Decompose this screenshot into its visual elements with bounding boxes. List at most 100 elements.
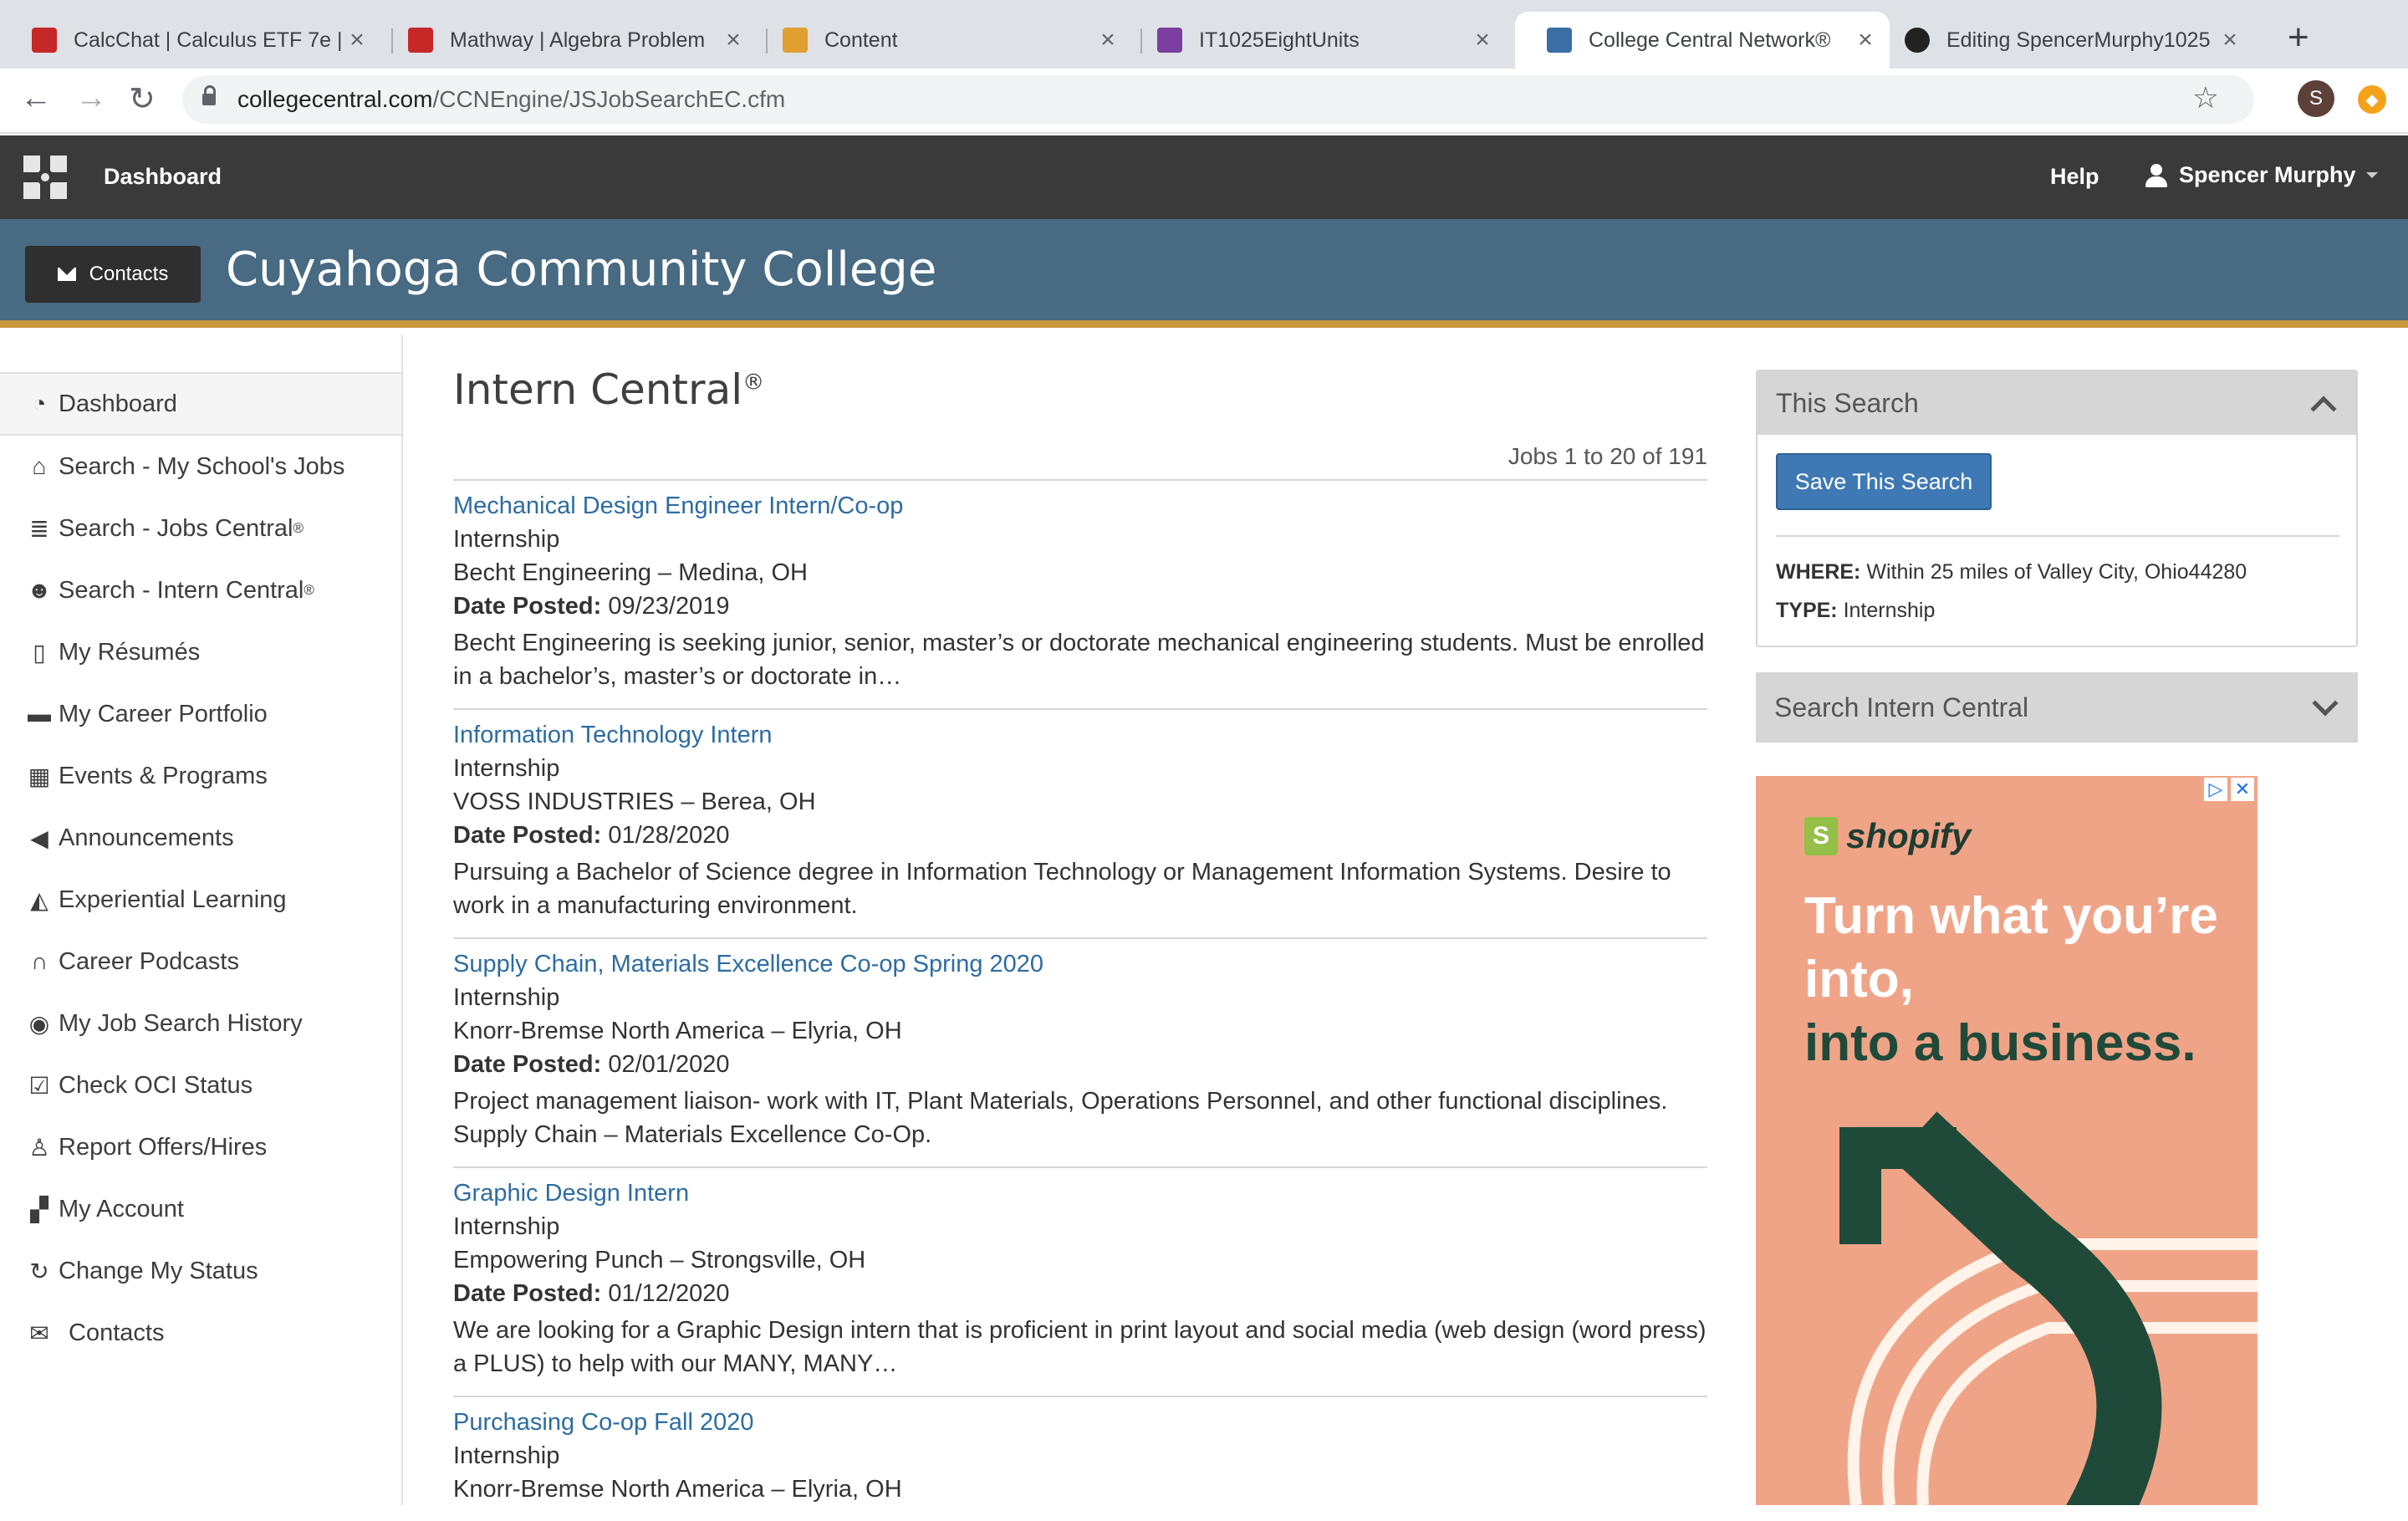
close-icon[interactable]: × <box>1472 26 1493 54</box>
sidebar-item-report-offers[interactable]: ♙ Report Offers/Hires <box>0 1116 401 1178</box>
contacts-button[interactable]: Contacts <box>25 246 201 303</box>
close-icon[interactable]: × <box>722 26 744 54</box>
lock-icon <box>202 85 216 105</box>
job-date: Date Posted: 09/23/2019 <box>453 593 730 620</box>
nav-dashboard-link[interactable]: Dashboard <box>104 164 222 190</box>
job-listing: Purchasing Co-op Fall 2020 Internship Kn… <box>453 1397 1707 1521</box>
job-type: Internship <box>453 1213 560 1240</box>
sidebar-item-events-programs[interactable]: ▦ Events & Programs <box>0 745 401 807</box>
sidebar-item-my-schools-jobs[interactable]: ⌂ Search - My School's Jobs <box>0 436 401 498</box>
extension-icon[interactable]: ◆ <box>2358 85 2386 114</box>
profile-avatar[interactable]: S <box>2298 80 2334 117</box>
this-search-header[interactable]: This Search <box>1758 371 2356 435</box>
envelope-icon <box>57 268 76 281</box>
main-content: Intern Central® Jobs 1 to 20 of 191 Mech… <box>453 335 1707 1521</box>
sidebar-item-career-podcasts[interactable]: ∩ Career Podcasts <box>0 931 401 993</box>
close-icon[interactable]: × <box>346 26 368 54</box>
browser-tab[interactable]: Mathway | Algebra Problem × <box>376 12 758 69</box>
new-tab-icon[interactable]: + <box>2288 17 2309 59</box>
sidebar-item-jobs-central[interactable]: ≣ Search - Jobs Central ® <box>0 498 401 559</box>
browser-tab[interactable]: IT1025EightUnits × <box>1125 12 1507 69</box>
sidebar-item-contacts[interactable]: ✉ Contacts <box>0 1302 401 1364</box>
check-square-icon: ☑ <box>28 1072 50 1099</box>
user-menu[interactable]: Spencer Murphy <box>2145 162 2378 188</box>
back-arrow-icon[interactable]: ← <box>20 80 52 116</box>
ad-arrow-graphic <box>1839 1111 2258 1505</box>
graduation-cap-icon: ◭ <box>30 886 48 913</box>
job-title-link[interactable]: Purchasing Co-op Fall 2020 <box>453 1406 1707 1439</box>
job-title-link[interactable]: Information Technology Intern <box>453 718 1707 752</box>
job-description: We are looking for a Graphic Design inte… <box>453 1317 1707 1377</box>
sidebar-item-experiential-learning[interactable]: ◭ Experiential Learning <box>0 869 401 931</box>
browser-tab[interactable]: CalcChat | Calculus ETF 7e | × <box>0 12 381 69</box>
browser-tabstrip: CalcChat | Calculus ETF 7e | × Mathway |… <box>0 0 2408 69</box>
eye-icon: ◉ <box>28 1010 50 1037</box>
college-name: Cuyahoga Community College <box>226 242 937 297</box>
job-description: Pursuing a Bachelor of Science degree in… <box>453 859 1671 919</box>
github-favicon-icon <box>1905 28 1930 53</box>
page-title: Intern Central® <box>453 365 765 414</box>
results-count: Jobs 1 to 20 of 191 <box>453 432 1707 481</box>
sidebar-item-career-portfolio[interactable]: ▬ My Career Portfolio <box>0 683 401 745</box>
college-banner: Contacts Cuyahoga Community College <box>0 219 2408 328</box>
this-search-panel: This Search Save This Search WHERE: With… <box>1756 370 2358 647</box>
caret-down-icon <box>2365 172 2378 178</box>
nav-help-link[interactable]: Help <box>2050 164 2099 190</box>
job-company: Knorr-Bremse North America – Elyria, OH <box>453 1018 902 1044</box>
shopify-ad[interactable]: ▷ ✕ S shopify Turn what you’re into, int… <box>1756 776 2258 1505</box>
refresh-icon: ↻ <box>29 1258 49 1284</box>
job-type: Internship <box>453 1442 560 1469</box>
job-date: Date Posted: 01/28/2020 <box>453 822 730 849</box>
mathway-favicon-icon <box>408 28 433 53</box>
sidebar: ◔ Dashboard ⌂ Search - My School's Jobs ≣ S… <box>0 335 403 1505</box>
job-listing: Supply Chain, Materials Excellence Co-op… <box>453 939 1707 1168</box>
job-title-link[interactable]: Mechanical Design Engineer Intern/Co-op <box>453 489 1707 523</box>
job-company: Becht Engineering – Medina, OH <box>453 559 808 586</box>
job-listing: Graphic Design Intern Internship Empower… <box>453 1168 1707 1397</box>
sidebar-item-change-status[interactable]: ↻ Change My Status <box>0 1240 401 1302</box>
document-icon: ▯ <box>33 639 46 666</box>
sidebar-item-announcements[interactable]: ◀ Announcements <box>0 807 401 869</box>
job-title-link[interactable]: Supply Chain, Materials Excellence Co-op… <box>453 947 1707 981</box>
search-intern-central-header[interactable]: Search Intern Central <box>1756 672 2358 743</box>
onenote-favicon-icon <box>1157 28 1182 53</box>
save-search-button[interactable]: Save This Search <box>1776 453 1992 510</box>
headphones-icon: ∩ <box>30 948 48 974</box>
search-criteria-type: TYPE: Internship <box>1776 599 1936 622</box>
close-icon[interactable]: × <box>2219 26 2241 54</box>
sidebar-item-dashboard[interactable]: ◔ Dashboard <box>0 374 401 436</box>
job-type: Internship <box>453 755 560 782</box>
stack-icon: ≣ <box>29 515 49 542</box>
ccn-logo-icon[interactable] <box>23 156 67 199</box>
bullhorn-icon: ◀ <box>30 824 48 851</box>
browser-tab-active[interactable]: College Central Network® × <box>1515 12 1890 69</box>
briefcase-icon: ▬ <box>28 701 51 727</box>
sidebar-item-job-search-history[interactable]: ◉ My Job Search History <box>0 993 401 1054</box>
sidebar-item-check-oci-status[interactable]: ☑ Check OCI Status <box>0 1054 401 1116</box>
calcchat-favicon-icon <box>32 28 57 53</box>
bookmark-star-icon[interactable]: ☆ <box>2192 80 2219 115</box>
job-type: Internship <box>453 526 560 553</box>
browser-tab[interactable]: Editing SpencerMurphy1025 × <box>1873 12 2254 69</box>
search-intern-central-panel[interactable]: Search Intern Central <box>1756 672 2358 743</box>
reload-icon[interactable]: ↻ <box>129 80 156 118</box>
forward-arrow-icon[interactable]: → <box>75 80 107 116</box>
chevron-up-icon[interactable] <box>2310 396 2337 422</box>
institution-icon: ⌂ <box>32 453 47 479</box>
close-icon[interactable]: × <box>1097 26 1119 54</box>
site-topnav: Dashboard Help Spencer Murphy <box>0 135 2408 219</box>
sidebar-item-my-resumes[interactable]: ▯ My Résumés <box>0 621 401 683</box>
browser-tab[interactable]: Content × <box>751 12 1132 69</box>
job-listing: Information Technology Intern Internship… <box>453 710 1707 939</box>
job-company: VOSS INDUSTRIES – Berea, OH <box>453 789 816 815</box>
envelope-icon: ✉ <box>29 1319 49 1346</box>
job-company: Knorr-Bremse North America – Elyria, OH <box>453 1476 902 1503</box>
thumbs-up-icon: ♙ <box>28 1134 50 1161</box>
search-criteria-where: WHERE: Within 25 miles of Valley City, O… <box>1776 560 2247 584</box>
chevron-down-icon[interactable] <box>2312 690 2339 717</box>
address-bar[interactable]: collegecentral.com/CCNEngine/JSJobSearch… <box>182 75 2254 124</box>
job-title-link[interactable]: Graphic Design Intern <box>453 1176 1707 1210</box>
sidebar-item-intern-central[interactable]: ☻ Search - Intern Central ® <box>0 559 401 621</box>
sidebar-item-my-account[interactable]: ▞ My Account <box>0 1178 401 1240</box>
job-company: Empowering Punch – Strongsville, OH <box>453 1247 866 1273</box>
